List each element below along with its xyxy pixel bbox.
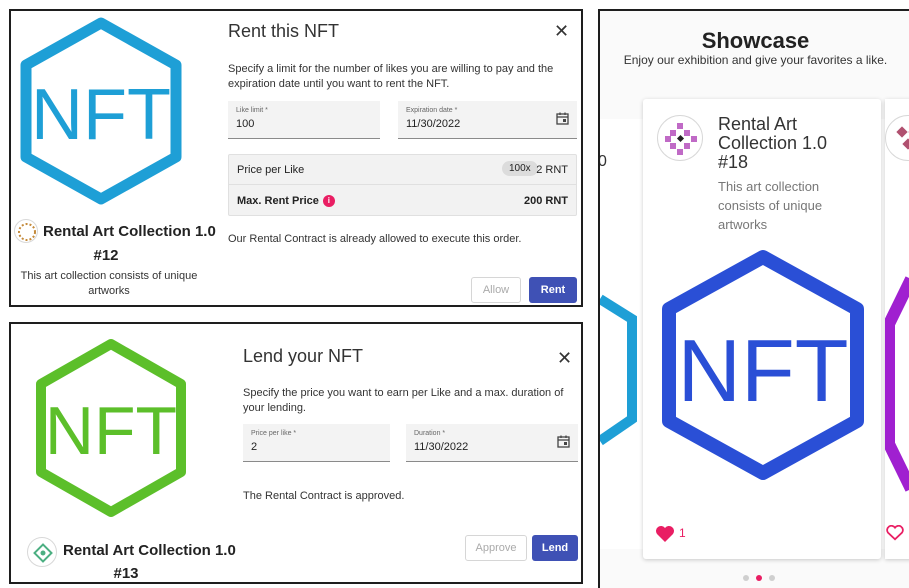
card-desc-line-3: artworks <box>718 217 768 232</box>
showcase-panel: Showcase Enjoy our exhibition and give y… <box>598 9 909 588</box>
svg-text:NFT: NFT <box>31 75 171 155</box>
price-per-like-value: 2 <box>251 441 258 453</box>
card-title-line-3: #18 <box>718 152 749 172</box>
carousel-card-next[interactable] <box>885 99 909 559</box>
lend-button[interactable]: Lend <box>532 535 578 561</box>
max-rent-label-wrap: Max. Rent Price i <box>237 195 335 207</box>
token-number: #13 <box>113 565 139 582</box>
token-number: #12 <box>93 247 119 264</box>
collection-name: Rental Art Collection 1.0 <box>63 542 236 559</box>
calendar-icon[interactable] <box>556 112 569 125</box>
like-limit-field[interactable]: Like limit * 100 <box>228 101 380 139</box>
carousel-dot-2[interactable] <box>756 575 762 581</box>
max-rent-row: Max. Rent Price i 200 RNT <box>229 186 576 216</box>
card-title-line-1: Rental Art <box>718 114 798 134</box>
carousel: 0 Rental Art Collection 1.0 #18 This art… <box>598 99 909 559</box>
max-rent-label: Max. Rent Price <box>237 195 319 207</box>
collection-avatar <box>27 537 57 567</box>
contract-status: The Rental Contract is approved. <box>243 490 405 502</box>
prev-card-text: 0 <box>598 153 607 170</box>
card-title-line-2: Collection 1.0 <box>718 133 828 153</box>
carousel-dots <box>743 575 783 583</box>
next-nft-artwork <box>885 276 909 492</box>
svg-text:NFT: NFT <box>677 321 848 420</box>
collection-name: Rental Art Collection 1.0 <box>43 223 216 240</box>
like-limit-label: Like limit * <box>236 107 268 114</box>
duration-value: 11/30/2022 <box>414 441 469 453</box>
dialog-title: Rent this NFT <box>228 21 340 41</box>
price-summary: Price per Like 100x 2 RNT Max. Rent Pric… <box>228 154 577 216</box>
price-per-like-row: Price per Like 100x 2 RNT <box>229 155 576 185</box>
dialog-description: Specify the price you want to earn per L… <box>243 387 564 414</box>
price-per-like-field[interactable]: Price per like * 2 <box>243 424 390 462</box>
allow-button[interactable]: Allow <box>471 277 521 303</box>
nft-artwork-18: NFT <box>662 250 864 480</box>
approve-button[interactable]: Approve <box>465 535 527 561</box>
rent-button[interactable]: Rent <box>529 277 577 303</box>
collection-avatar <box>657 115 703 161</box>
like-limit-value: 100 <box>236 118 255 130</box>
collection-avatar <box>885 115 909 161</box>
duration-field[interactable]: Duration * 11/30/2022 <box>406 424 578 462</box>
prev-nft-artwork <box>600 294 637 446</box>
expiration-date-label: Expiration date * <box>406 107 458 114</box>
collection-avatar <box>14 219 38 243</box>
nft-artwork-13: NFT <box>36 339 186 517</box>
showcase-title: Showcase <box>701 28 810 53</box>
nft-artwork-12: NFT <box>20 17 182 205</box>
duration-label: Duration * <box>414 430 446 437</box>
multiplier-chip: 100x <box>502 161 538 176</box>
card-desc-line-2: consists of unique <box>718 198 823 213</box>
expiration-date-value: 11/30/2022 <box>406 118 461 130</box>
price-per-like-label: Price per like * <box>251 430 297 437</box>
calendar-icon[interactable] <box>557 435 570 448</box>
like-count: 1 <box>679 526 686 540</box>
info-icon[interactable]: i <box>322 195 335 207</box>
max-rent-value: 200 RNT <box>523 195 568 207</box>
contract-status: Our Rental Contract is already allowed t… <box>228 233 522 245</box>
expiration-date-field[interactable]: Expiration date * 11/30/2022 <box>398 101 577 139</box>
rent-panel: NFT Rental Art Collection 1.0 #12 This a… <box>9 9 583 307</box>
price-per-like-label: Price per Like <box>237 164 305 176</box>
lend-panel: NFT Rental Art Collection 1.0 #13 Lend y… <box>9 322 583 584</box>
dialog-description: Specify a limit for the number of likes … <box>228 63 554 90</box>
close-icon[interactable]: ✕ <box>554 21 569 42</box>
svg-text:NFT: NFT <box>45 393 177 469</box>
close-icon[interactable]: ✕ <box>557 348 572 369</box>
carousel-dot-1[interactable] <box>743 575 749 581</box>
heart-outline-icon[interactable] <box>886 525 904 541</box>
collection-description: This art collection consists of unique a… <box>20 270 198 297</box>
showcase-subtitle: Enjoy our exhibition and give your favor… <box>623 53 888 67</box>
card-desc-line-1: This art collection <box>718 179 820 194</box>
showcase-card[interactable]: Rental Art Collection 1.0 #18 This art c… <box>643 99 881 559</box>
carousel-dot-3[interactable] <box>769 575 775 581</box>
heart-icon[interactable] <box>655 525 675 543</box>
dialog-title: Lend your NFT <box>243 346 364 366</box>
price-per-like-value: 2 RNT <box>536 164 568 176</box>
